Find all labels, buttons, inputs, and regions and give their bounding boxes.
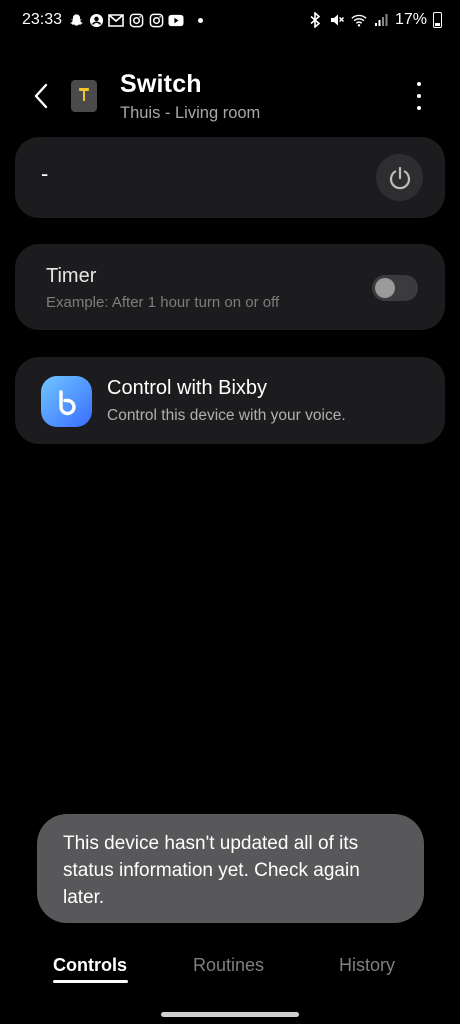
toggle-thumb: [375, 278, 395, 298]
snapchat-icon: [68, 12, 84, 28]
timer-toggle[interactable]: [372, 275, 418, 301]
back-button[interactable]: [26, 80, 56, 112]
switch-device-icon: [71, 80, 97, 112]
status-bar: 23:33 17%: [0, 0, 460, 42]
signal-icon: [373, 12, 389, 28]
bixby-icon: [41, 376, 92, 427]
bluetooth-icon: [307, 12, 323, 28]
tab-controls[interactable]: Controls: [53, 955, 127, 976]
gesture-nav-handle[interactable]: [161, 1012, 299, 1017]
gmail-icon: [108, 12, 124, 28]
power-button[interactable]: [376, 154, 423, 201]
instagram-icon: [148, 12, 164, 28]
device-location: Thuis - Living room: [120, 104, 261, 122]
tab-history[interactable]: History: [339, 955, 395, 976]
mute-icon: [329, 12, 345, 28]
timer-title: Timer: [46, 265, 97, 287]
wifi-icon: [351, 12, 367, 28]
bixby-title: Control with Bixby: [107, 377, 268, 399]
notification-icons: [68, 12, 203, 28]
power-state-label: -: [41, 161, 49, 186]
power-card: -: [15, 137, 445, 218]
more-vertical-icon: [417, 82, 421, 86]
status-toast: This device hasn't updated all of its st…: [37, 814, 424, 923]
timer-card[interactable]: Timer Example: After 1 hour turn on or o…: [15, 244, 445, 330]
status-time: 23:33: [22, 11, 63, 28]
power-icon: [389, 166, 410, 189]
toast-message: This device hasn't updated all of its st…: [63, 833, 360, 908]
battery-icon: [433, 12, 442, 28]
more-options-button[interactable]: [408, 82, 430, 110]
active-tab-indicator: [53, 980, 128, 983]
system-icons: 17%: [307, 11, 442, 29]
timer-description: Example: After 1 hour turn on or off: [46, 294, 280, 311]
account-icon: [88, 12, 104, 28]
chevron-left-icon: [34, 83, 48, 109]
youtube-icon: [168, 12, 184, 28]
bixby-description: Control this device with your voice.: [107, 407, 346, 424]
battery-percent: 17%: [394, 11, 427, 28]
more-notifications-dot: [198, 17, 203, 23]
page-title: Switch: [120, 70, 202, 98]
instagram-icon: [128, 12, 144, 28]
bixby-card[interactable]: Control with Bixby Control this device w…: [15, 357, 445, 444]
tab-routines[interactable]: Routines: [193, 955, 264, 976]
